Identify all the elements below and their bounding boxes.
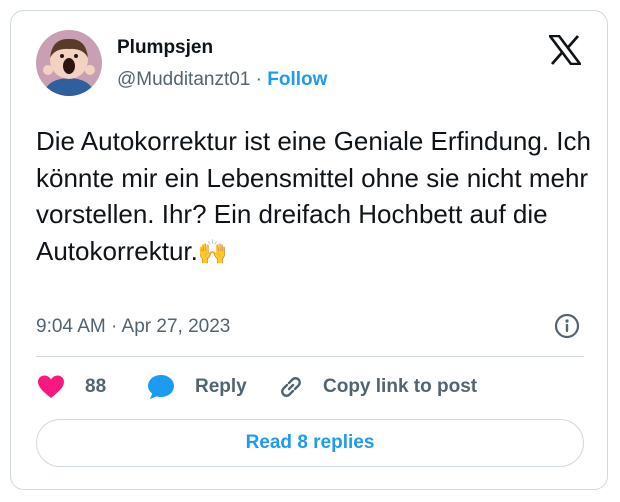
author-handle-row: @Mudditanzt01 · Follow — [117, 69, 327, 91]
like-button[interactable]: 88 — [36, 372, 106, 402]
read-replies-label: Read 8 replies — [245, 432, 375, 453]
speech-bubble-icon — [146, 372, 176, 402]
avatar-image — [36, 30, 102, 96]
like-count: 88 — [85, 376, 107, 397]
copy-link-button[interactable]: Copy link to post — [276, 372, 477, 402]
reply-label: Reply — [195, 376, 247, 397]
raised-hands-emoji: 🙌 — [197, 238, 228, 266]
follow-button[interactable]: Follow — [267, 69, 327, 90]
info-icon[interactable] — [554, 313, 580, 339]
author-display-name[interactable]: Plumpsjen — [117, 37, 213, 59]
handle-separator: · — [255, 69, 262, 90]
tweet-body: Die Autokorrektur ist eine Geniale Erfin… — [36, 126, 599, 266]
x-logo-icon[interactable] — [547, 34, 583, 66]
read-replies-button[interactable]: Read 8 replies — [36, 419, 584, 467]
copy-link-label: Copy link to post — [323, 376, 478, 397]
avatar[interactable] — [36, 30, 102, 96]
tweet-text: Die Autokorrektur ist eine Geniale Erfin… — [36, 123, 592, 271]
divider — [36, 356, 584, 357]
heart-icon — [36, 372, 66, 402]
tweet-timestamp[interactable]: 9:04 AM · Apr 27, 2023 — [36, 316, 230, 338]
tweet-card: Plumpsjen @Mudditanzt01 · Follow Die Aut… — [10, 10, 608, 490]
link-icon — [276, 372, 306, 402]
author-handle[interactable]: @Mudditanzt01 — [117, 69, 250, 90]
reply-button[interactable]: Reply — [146, 372, 247, 402]
